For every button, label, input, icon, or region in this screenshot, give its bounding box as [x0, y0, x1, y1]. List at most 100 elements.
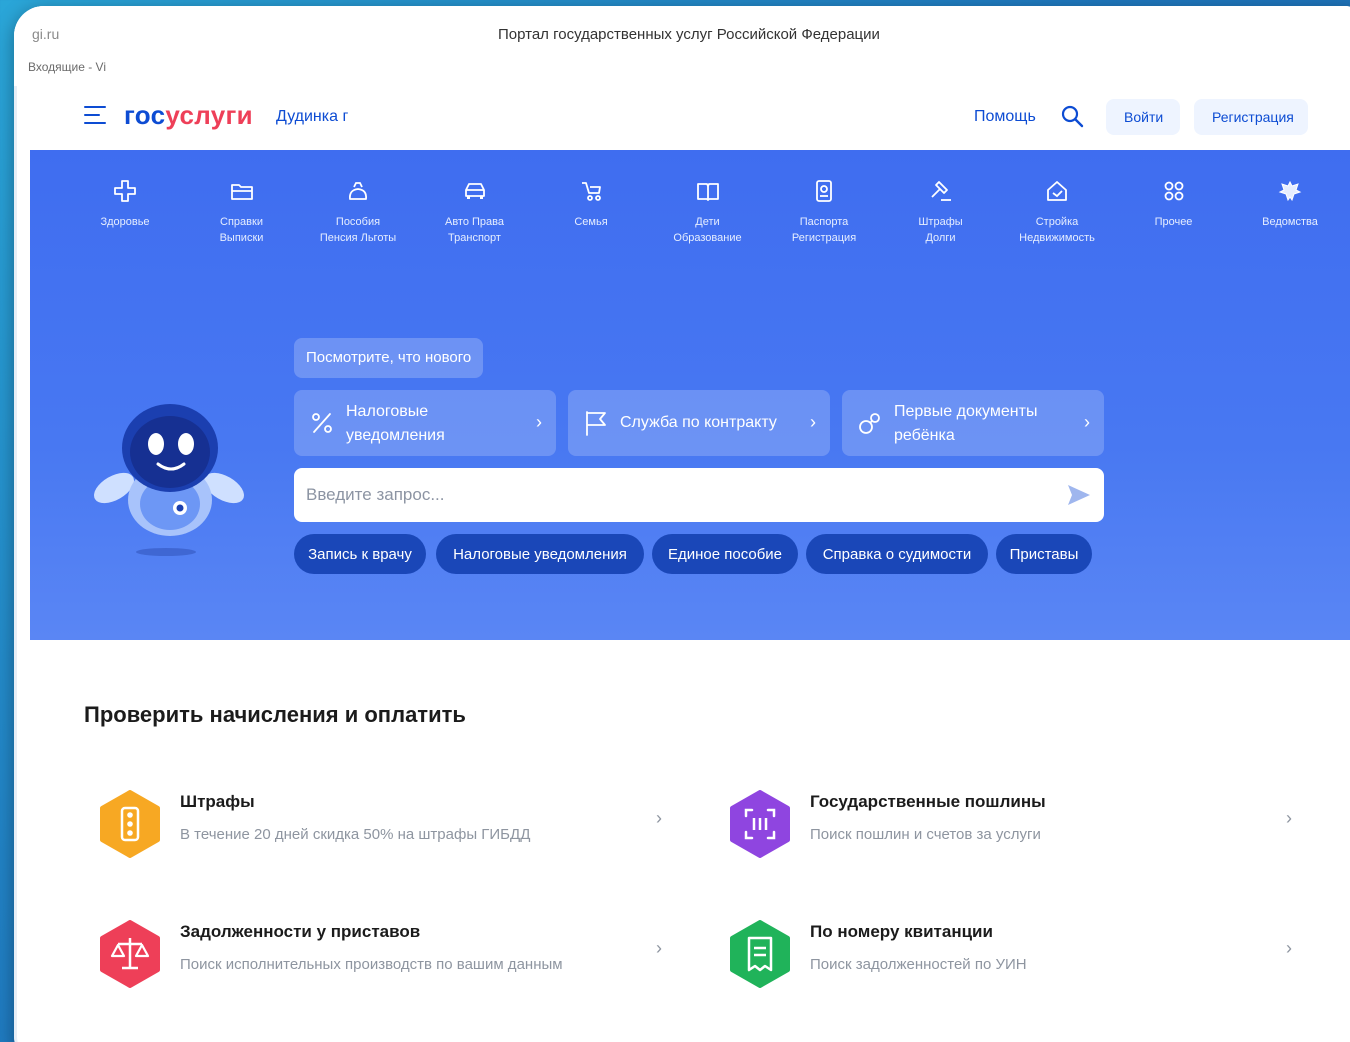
chevron-right-icon: ›: [656, 808, 662, 828]
address-bar-url[interactable]: gi.ru: [32, 26, 59, 42]
bag-icon: [349, 182, 367, 200]
category-6[interactable]: Паспорта Регистрация: [769, 172, 879, 246]
menu-icon[interactable]: [84, 106, 106, 126]
book-icon: [696, 183, 719, 201]
gosuslugi-logo[interactable]: госуслуги: [124, 100, 253, 131]
promo-label: Налоговые уведомления: [346, 400, 516, 448]
category-1[interactable]: Справки Выписки: [187, 172, 297, 246]
chevron-right-icon: ›: [1286, 938, 1292, 958]
search-icon[interactable]: [1060, 104, 1084, 128]
category-label-line-1: Прочее: [1154, 216, 1193, 228]
chip-doctor-appointment[interactable]: Запись к врачу: [294, 534, 426, 574]
payment-title: По номеру квитанции: [810, 922, 993, 941]
browser-bar: gi.ru Портал государственных услуг Росси…: [14, 6, 1350, 86]
browser-window: gi.ru Портал государственных услуг Росси…: [14, 6, 1350, 1042]
promo-line-2: ребёнка: [894, 427, 955, 444]
payment-state-duties[interactable]: Государственные пошлины Поиск пошлин и с…: [714, 782, 1314, 862]
category-label-line-1: Семья: [574, 216, 608, 228]
category-bar: Здоровье Справки Выписки Пособия Пенсия Льго…: [70, 172, 1318, 262]
receipt-icon: [730, 920, 790, 988]
category-3[interactable]: Авто Права Транспорт: [420, 172, 530, 246]
payment-title: Штрафы: [180, 792, 255, 811]
payment-subtitle: Поиск пошлин и счетов за услуги: [810, 826, 1041, 843]
payment-fines[interactable]: Штрафы В течение 20 дней скидка 50% на ш…: [84, 782, 684, 862]
folder-icon: [230, 184, 253, 200]
payment-subtitle: В течение 20 дней скидка 50% на штрафы Г…: [180, 826, 531, 843]
register-button[interactable]: Регистрация: [1194, 99, 1308, 135]
category-5[interactable]: Дети Образование: [653, 172, 763, 246]
payment-title: Государственные пошлины: [810, 792, 1046, 811]
chip-unified-benefit[interactable]: Единое пособие: [652, 534, 798, 574]
category-2[interactable]: Пособия Пенсия Льготы: [303, 172, 413, 246]
category-10[interactable]: Ведомства: [1235, 172, 1345, 230]
help-link[interactable]: Помощь: [974, 108, 1036, 126]
chevron-right-icon: ›: [1286, 808, 1292, 828]
chevron-right-icon: ›: [536, 412, 542, 432]
site-header: госуслуги Дудинка г Помощь Войти Регистр…: [30, 86, 1350, 150]
category-label-line-1: Авто Права: [444, 216, 504, 228]
category-label-line-2: Недвижимость: [1019, 232, 1095, 244]
promo-contract-service[interactable]: Служба по контракту ›: [568, 390, 830, 456]
gavel-icon: [930, 181, 951, 201]
hero-section: Здоровье Справки Выписки Пособия Пенсия Льго…: [30, 150, 1350, 640]
category-8[interactable]: Стройка Недвижимость: [1002, 172, 1112, 246]
traffic-light-icon: [100, 790, 160, 858]
grid-icon: [1164, 181, 1183, 201]
category-label-line-2: Транспорт: [448, 232, 501, 244]
browser-tab[interactable]: Входящие - Vi: [28, 60, 106, 74]
chevron-right-icon: ›: [810, 412, 816, 432]
scan-icon: [730, 790, 790, 858]
promo-line-2: уведомления: [346, 427, 445, 444]
chevron-right-icon: ›: [1084, 412, 1090, 432]
search-input[interactable]: [306, 468, 1046, 522]
category-label-line-1: Пособия: [335, 216, 381, 228]
category-label-line-1: Справки: [220, 216, 263, 228]
category-0[interactable]: Здоровье: [70, 172, 180, 230]
pacifier-icon: [859, 413, 880, 434]
robot-mascot-icon: [94, 404, 244, 556]
location-selector[interactable]: Дудинка г: [276, 108, 348, 126]
chip-criminal-record[interactable]: Справка о судимости: [806, 534, 988, 574]
category-label-line-2: Регистрация: [791, 232, 857, 244]
category-label-line-1: Ведомства: [1262, 216, 1318, 228]
search-box: [294, 468, 1104, 522]
category-label-line-1: Штрафы: [918, 216, 963, 228]
promo-tax-notices[interactable]: Налоговые уведомления ›: [294, 390, 556, 456]
payment-title: Задолженности у приставов: [180, 922, 421, 941]
section-title: Проверить начисления и оплатить: [84, 702, 466, 727]
page-window-title: Портал государственных услуг Российской …: [498, 26, 880, 43]
payment-bailiff-debts[interactable]: Задолженности у приставов Поиск исполнит…: [84, 912, 684, 992]
category-4[interactable]: Семья: [536, 172, 646, 230]
promo-first-documents[interactable]: Первые документы ребёнка ›: [842, 390, 1104, 456]
category-label-line-2: Образование: [673, 232, 742, 244]
car-icon: [464, 183, 485, 199]
category-7[interactable]: Штрафы Долги: [886, 172, 996, 246]
promo-label: Первые документы ребёнка: [894, 400, 1064, 448]
category-label-line-2: Пенсия Льготы: [319, 232, 397, 244]
scales-icon: [100, 920, 160, 988]
category-label-line-2: Выписки: [219, 232, 264, 244]
category-label-line-1: Дети: [695, 216, 720, 228]
eagle-icon: [1278, 180, 1302, 202]
chip-bailiffs[interactable]: Приставы: [996, 534, 1092, 574]
category-9[interactable]: Прочее: [1119, 172, 1229, 230]
payment-subtitle: Поиск исполнительных производств по ваши…: [180, 956, 563, 973]
chip-tax-notices[interactable]: Налоговые уведомления: [436, 534, 644, 574]
payment-by-receipt[interactable]: По номеру квитанции Поиск задолженностей…: [714, 912, 1314, 992]
logo-part-uslugi: услуги: [165, 100, 253, 130]
payment-subtitle: Поиск задолженностей по УИН: [810, 956, 1027, 973]
percent-icon: [312, 413, 332, 433]
send-icon[interactable]: [1066, 482, 1092, 508]
passport-icon: [816, 180, 832, 202]
house-icon: [1047, 181, 1067, 201]
whats-new-button[interactable]: Посмотрите, что нового: [294, 338, 484, 378]
category-label-line-1: Стройка: [1035, 216, 1079, 228]
promo-label: Служба по контракту: [620, 414, 777, 431]
promo-line-1: Налоговые: [346, 403, 429, 420]
stroller-icon: [582, 182, 601, 201]
logo-part-gos: гос: [124, 100, 166, 130]
plus-icon: [114, 180, 136, 202]
category-label-line-1: Здоровье: [100, 216, 150, 228]
chevron-right-icon: ›: [656, 938, 662, 958]
login-button[interactable]: Войти: [1106, 99, 1180, 135]
